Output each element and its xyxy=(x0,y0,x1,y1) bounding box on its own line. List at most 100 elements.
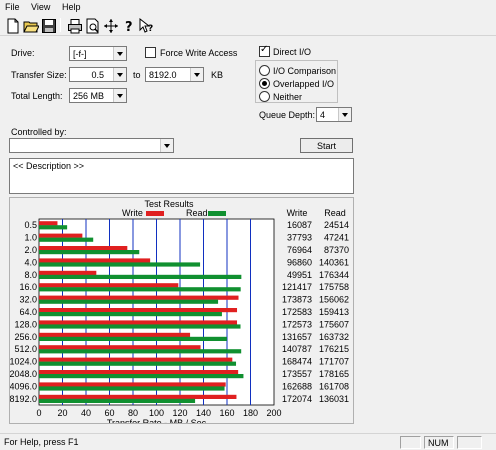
context-help-icon[interactable]: ? xyxy=(138,17,154,34)
read-value: 161708 xyxy=(319,381,349,391)
y-tick-label: 8192.0 xyxy=(10,394,37,404)
menu-help[interactable]: Help xyxy=(62,2,81,12)
y-tick-label: 128.0 xyxy=(14,319,37,329)
write-bar xyxy=(39,258,151,263)
read-bar xyxy=(39,398,196,403)
toolbar: ? ? xyxy=(0,14,496,36)
y-tick-label: 1024.0 xyxy=(10,357,37,367)
write-bar xyxy=(39,370,239,375)
drive-value: [-f-] xyxy=(73,49,87,59)
print-preview-icon[interactable] xyxy=(84,17,100,34)
radio-overlapped-io[interactable] xyxy=(259,78,270,89)
y-tick-label: 1.0 xyxy=(24,233,37,243)
transfer-size-unit: KB xyxy=(211,70,224,80)
x-tick-label: 0 xyxy=(36,408,41,418)
read-bar xyxy=(39,336,227,341)
x-tick-label: 80 xyxy=(128,408,138,418)
read-bar xyxy=(39,324,241,329)
controlled-by-select[interactable] xyxy=(9,138,174,153)
write-bar xyxy=(39,295,239,300)
read-value: 163732 xyxy=(319,332,349,342)
x-tick-label: 120 xyxy=(172,408,187,418)
y-tick-label: 512.0 xyxy=(14,344,37,354)
test-results-panel: Test Results Write Read 0 20 40 60 80 100 120 140 1… xyxy=(9,197,354,424)
print-icon[interactable] xyxy=(66,17,82,34)
svg-text:?: ? xyxy=(125,20,133,34)
write-bar xyxy=(39,332,191,337)
write-value: 16087 xyxy=(287,220,312,230)
x-tick-label: 200 xyxy=(266,408,281,418)
start-button[interactable]: Start xyxy=(300,138,353,153)
write-bar xyxy=(39,320,238,325)
status-pane-empty xyxy=(400,436,421,449)
write-bar xyxy=(39,382,226,387)
force-write-checkbox[interactable] xyxy=(145,47,156,58)
x-tick-label: 160 xyxy=(219,408,234,418)
y-tick-label: 8.0 xyxy=(24,270,37,280)
transfer-size-to-label: to xyxy=(133,70,141,80)
neither-label: Neither xyxy=(273,92,303,102)
drive-label: Drive: xyxy=(11,48,35,58)
y-tick-label: 64.0 xyxy=(19,307,37,317)
transfer-size-to-select[interactable]: 8192.0 xyxy=(145,67,204,82)
force-write-label: Force Write Access xyxy=(160,48,238,58)
menu-bar: File View Help xyxy=(0,0,496,14)
transfer-size-label: Transfer Size: xyxy=(11,70,67,80)
write-bar xyxy=(39,345,201,350)
read-value: 159413 xyxy=(319,307,349,317)
y-tick-label: 256.0 xyxy=(14,332,37,342)
write-bar xyxy=(39,246,128,251)
help-icon[interactable]: ? xyxy=(120,17,136,34)
read-bar xyxy=(39,361,237,366)
read-value: 140361 xyxy=(319,257,349,267)
total-length-select[interactable]: 256 MB xyxy=(69,88,127,103)
col-header-write: Write xyxy=(287,208,308,218)
read-bar xyxy=(39,312,222,317)
write-value: 131657 xyxy=(282,332,312,342)
description-box[interactable]: << Description >> xyxy=(9,158,354,194)
write-bar xyxy=(39,308,238,313)
menu-view[interactable]: View xyxy=(31,2,50,12)
read-value: 156062 xyxy=(319,295,349,305)
svg-text:?: ? xyxy=(148,24,153,34)
drive-select[interactable]: [-f-] xyxy=(69,46,127,61)
read-value: 171707 xyxy=(319,357,349,367)
radio-neither[interactable] xyxy=(259,91,270,102)
controlled-by-label: Controlled by: xyxy=(11,127,67,137)
write-value: 168474 xyxy=(282,357,312,367)
status-help-text: For Help, press F1 xyxy=(4,437,79,447)
queue-depth-value: 4 xyxy=(320,110,326,120)
x-tick-label: 140 xyxy=(196,408,211,418)
legend-read-swatch xyxy=(208,211,226,216)
read-value: 176344 xyxy=(319,270,349,280)
open-icon[interactable] xyxy=(22,17,39,33)
read-value: 24514 xyxy=(324,220,349,230)
transfer-size-from-select[interactable]: 0.5 xyxy=(69,67,127,82)
x-tick-label: 100 xyxy=(149,408,164,418)
read-value: 136031 xyxy=(319,394,349,404)
y-tick-label: 4096.0 xyxy=(10,381,37,391)
write-bar xyxy=(39,233,83,238)
radio-io-comparison[interactable] xyxy=(259,65,270,76)
write-bar xyxy=(39,221,58,226)
write-bar xyxy=(39,357,233,362)
io-mode-group: I/O Comparison Overlapped I/O Neither xyxy=(255,60,338,103)
save-icon[interactable] xyxy=(40,17,56,33)
write-value: 172074 xyxy=(282,394,312,404)
x-tick-label: 180 xyxy=(243,408,258,418)
write-bar xyxy=(39,394,237,399)
chevron-down-icon xyxy=(190,68,203,81)
transfer-size-from-value: 0.5 xyxy=(91,70,104,80)
direct-io-label: Direct I/O xyxy=(273,47,312,57)
queue-depth-select[interactable]: 4 xyxy=(316,107,352,122)
x-axis-title: Transfer Rate - MB / Sec xyxy=(107,418,207,423)
new-icon[interactable] xyxy=(4,17,20,34)
move-icon[interactable] xyxy=(102,17,118,33)
write-bar xyxy=(39,270,97,275)
read-bar xyxy=(39,274,242,279)
menu-file[interactable]: File xyxy=(5,2,20,12)
status-pane-empty-2 xyxy=(457,436,482,449)
y-tick-label: 16.0 xyxy=(19,282,37,292)
direct-io-checkbox[interactable] xyxy=(259,44,270,57)
write-value: 96860 xyxy=(287,257,312,267)
